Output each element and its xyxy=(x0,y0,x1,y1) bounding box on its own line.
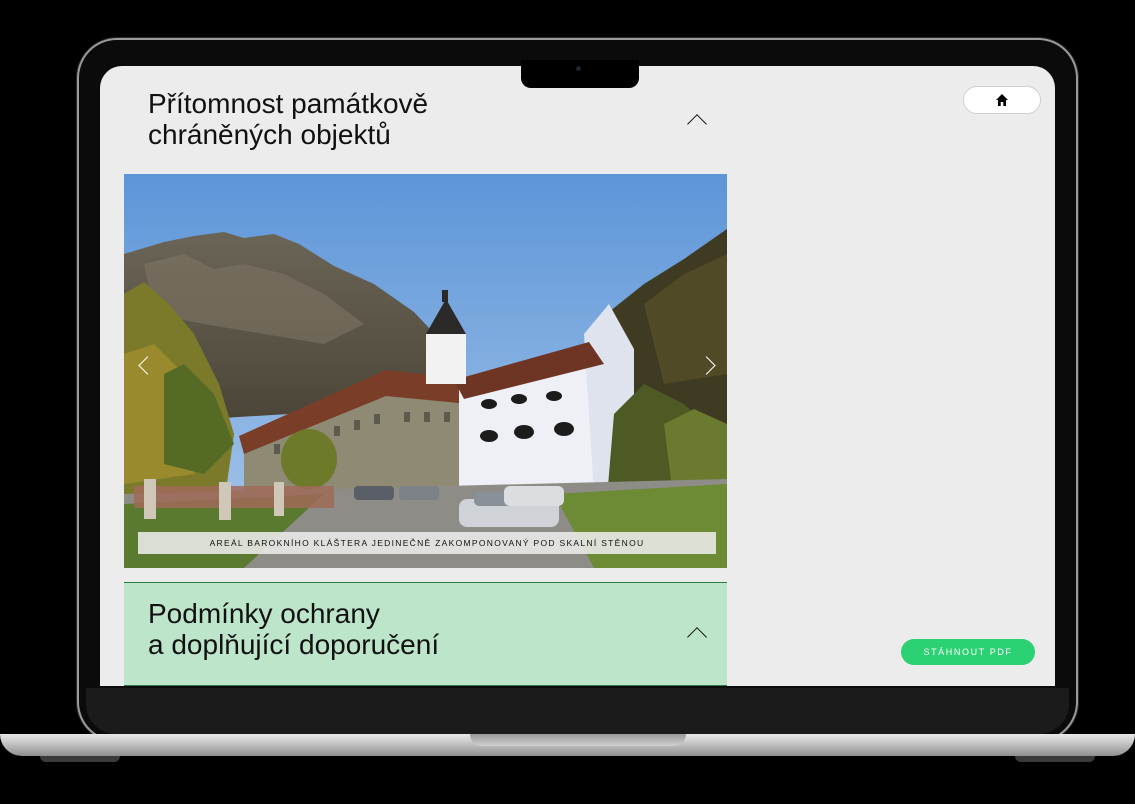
laptop-foot xyxy=(40,756,120,762)
gallery-next-arrow-icon[interactable] xyxy=(700,359,710,369)
camera-notch xyxy=(521,60,639,88)
section-title-line: a doplňující doporučení xyxy=(148,629,440,660)
laptop-opening-lip xyxy=(470,734,686,746)
gallery-caption: AREÁL BAROKNÍHO KLÁŠTERA JEDINEČNĚ ZAKOM… xyxy=(138,532,716,554)
bezel-bottom xyxy=(86,688,1069,734)
laptop-foot xyxy=(1015,756,1095,762)
section-title-protected-objects: Přítomnost památkově chráněných objektů xyxy=(148,88,428,150)
camera-icon xyxy=(576,66,581,71)
download-pdf-button[interactable]: STÁHNOUT PDF xyxy=(901,639,1035,665)
gallery-prev-arrow-icon[interactable] xyxy=(141,359,151,369)
home-button[interactable] xyxy=(963,86,1041,114)
section-title-line: chráněných objektů xyxy=(148,119,391,150)
home-icon xyxy=(996,94,1008,106)
section-title-line: Podmínky ochrany xyxy=(148,598,380,629)
section-title-protection-conditions: Podmínky ochrany a doplňující doporučení xyxy=(148,598,439,660)
gallery-photo xyxy=(124,174,727,568)
section-title-line: Přítomnost památkově xyxy=(148,88,429,119)
